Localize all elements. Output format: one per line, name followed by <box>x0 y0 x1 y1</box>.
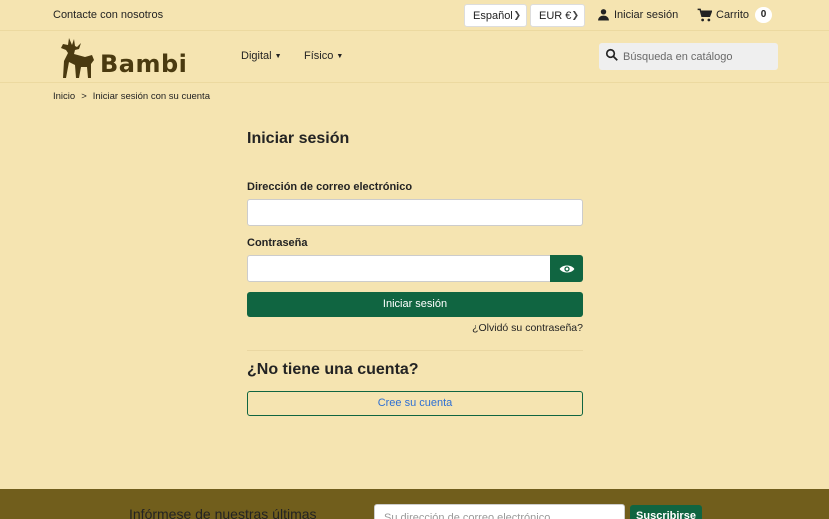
language-selector[interactable]: Español ❯ <box>464 4 527 27</box>
user-icon <box>598 9 609 21</box>
chevron-down-icon: ❯ <box>513 10 521 20</box>
currency-selector[interactable]: EUR € ❯ <box>530 4 585 27</box>
logo-text: Bambi <box>100 50 188 78</box>
cart-count-badge: 0 <box>755 7 773 23</box>
cart-link[interactable]: Carrito 0 <box>697 7 773 23</box>
cart-icon <box>697 8 712 22</box>
deer-logo-icon <box>61 38 94 78</box>
password-field[interactable] <box>247 255 551 282</box>
breadcrumb-separator: > <box>81 91 87 102</box>
caret-down-icon: ▼ <box>274 53 282 60</box>
login-submit-button[interactable]: Iniciar sesión <box>247 292 583 317</box>
page-title: Iniciar sesión <box>247 130 350 147</box>
create-account-button[interactable]: Cree su cuenta <box>247 391 583 416</box>
currency-selected: EUR € <box>539 10 572 22</box>
divider <box>247 350 583 351</box>
show-password-button[interactable] <box>550 255 583 282</box>
login-link-label: Iniciar sesión <box>614 8 679 21</box>
newsletter-footer: Infórmese de nuestras últimas Suscribirs… <box>0 489 829 519</box>
breadcrumb-current: Iniciar sesión con su cuenta <box>92 91 210 102</box>
password-label: Contraseña <box>247 237 308 249</box>
newsletter-text: Infórmese de nuestras últimas <box>129 506 317 519</box>
subscribe-button[interactable]: Suscribirse <box>630 505 702 519</box>
search-box <box>599 43 778 70</box>
caret-down-icon: ▼ <box>336 53 344 60</box>
nav-digital[interactable]: Digital ▼ <box>241 50 282 62</box>
nav-fisico-label: Físico <box>304 50 334 62</box>
search-input[interactable] <box>623 43 773 70</box>
chevron-down-icon: ❯ <box>571 10 579 20</box>
nav-digital-label: Digital <box>241 50 272 62</box>
newsletter-email-input[interactable] <box>374 504 625 519</box>
no-account-heading: ¿No tiene una cuenta? <box>247 361 419 378</box>
email-field[interactable] <box>247 199 583 226</box>
email-label: Dirección de correo electrónico <box>247 181 413 193</box>
top-bar: Contacte con nosotros Español ❯ EUR € ❯ … <box>0 0 829 31</box>
language-selected: Español <box>473 10 513 22</box>
nav-fisico[interactable]: Físico ▼ <box>304 50 343 62</box>
eye-icon <box>559 265 574 272</box>
forgot-password-link[interactable]: ¿Olvidó su contraseña? <box>472 322 583 334</box>
contact-link[interactable]: Contacte con nosotros <box>53 9 163 21</box>
search-icon <box>605 48 618 61</box>
header: Bambi Digital ▼ Físico ▼ <box>0 31 829 83</box>
breadcrumb: Inicio > Iniciar sesión con su cuenta <box>53 91 210 102</box>
login-link[interactable]: Iniciar sesión <box>597 8 678 21</box>
logo[interactable]: Bambi <box>55 33 187 81</box>
cart-label: Carrito <box>716 9 750 21</box>
breadcrumb-home[interactable]: Inicio <box>53 91 75 102</box>
